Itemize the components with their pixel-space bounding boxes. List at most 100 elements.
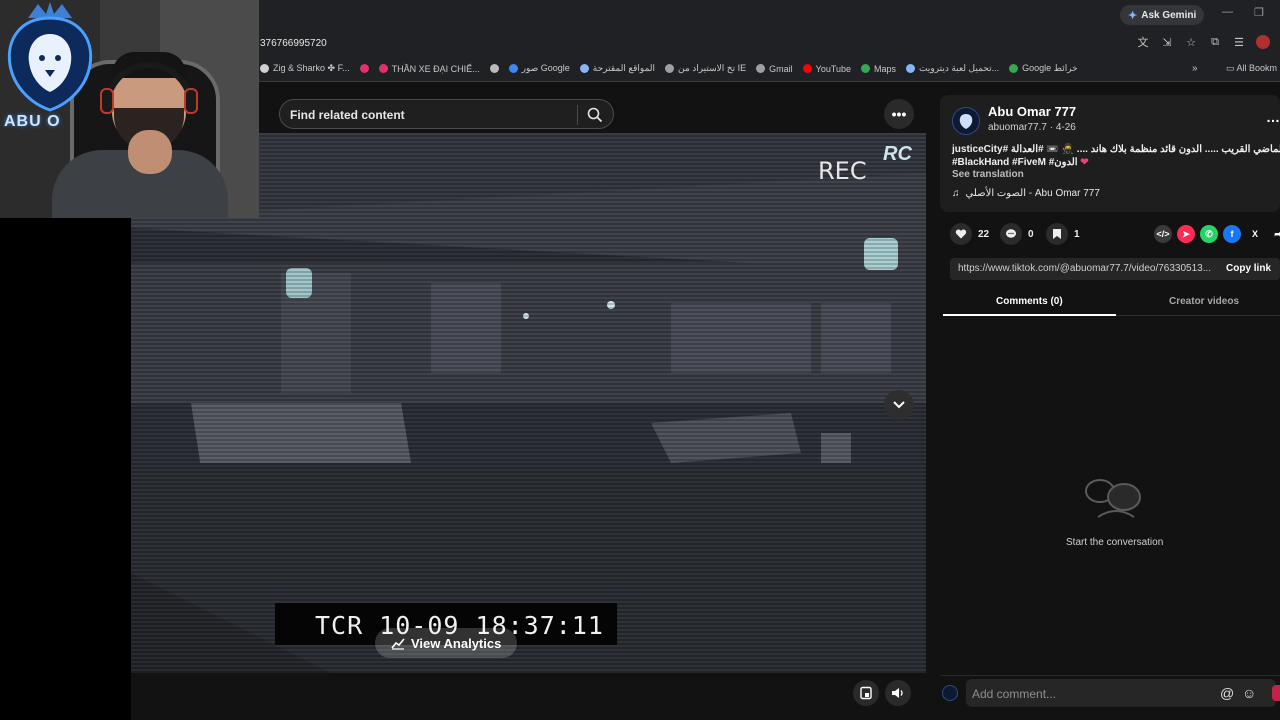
analytics-chart-icon	[391, 638, 405, 650]
tab-comments[interactable]: Comments (0)	[996, 296, 1063, 307]
music-note-icon: ♫	[952, 188, 960, 199]
mention-icon[interactable]: @	[1220, 685, 1234, 701]
comment-bar: Add comment... @ ☺	[940, 675, 1280, 720]
chevron-down-icon	[893, 401, 905, 409]
copy-link-button[interactable]: Copy link	[1226, 263, 1271, 274]
bookmark-item[interactable]: تخ الاستيراد من IE	[665, 63, 746, 74]
headset-right-ear	[184, 88, 198, 114]
bookmark-item[interactable]: صور Google	[508, 63, 570, 74]
rc-watermark-logo: RC	[883, 143, 912, 165]
all-bookmarks-button[interactable]: ▭ All Bookm	[1226, 63, 1277, 74]
menu-list-icon[interactable]: ☰	[1232, 35, 1246, 49]
bookmarks-overflow-button[interactable]: »	[1192, 63, 1198, 74]
rec-label: REC	[818, 157, 867, 185]
url-field[interactable]: 376766995720	[260, 38, 327, 49]
description-line-2: #BlackHand #FiveM #الدون ❤	[952, 157, 1089, 168]
comment-count: 0	[1028, 228, 1034, 240]
description-line-1: من الماضي القريب ..... الدون قائد منظمة …	[952, 144, 1280, 155]
empty-comments-illustration-icon	[1085, 479, 1141, 518]
emoji-icon[interactable]: ☺	[1242, 685, 1256, 701]
pink-heart-emoji-icon: ❤	[1080, 157, 1089, 168]
speaker-icon	[892, 688, 903, 698]
view-analytics-button[interactable]: View Analytics	[375, 628, 518, 658]
bookmark-favicon-icon	[489, 64, 499, 73]
bookmark-label: YouTube	[815, 63, 852, 74]
bookmark-item[interactable]: المواقع المقترحة	[579, 63, 656, 74]
video-link-field[interactable]: https://www.tiktok.com/@abuomar77.7/vide…	[958, 263, 1216, 274]
author-more-options-icon[interactable]: …	[1266, 109, 1280, 125]
view-analytics-label: View Analytics	[411, 635, 502, 651]
bookmark-item[interactable]	[489, 63, 499, 74]
add-comment-input[interactable]: Add comment... @ ☺	[966, 679, 1276, 707]
find-related-search[interactable]: Find related content	[279, 99, 614, 129]
restore-icon[interactable]: ❐	[1254, 6, 1264, 19]
author-card: Abu Omar 777 abuomar77.7 · 4-26 … من الم…	[940, 95, 1280, 212]
abu-omar-lion-logo: ABU O	[0, 0, 100, 150]
post-comment-button[interactable]	[1272, 685, 1280, 701]
profile-avatar[interactable]	[1256, 35, 1270, 49]
save-button[interactable]: 1	[1046, 223, 1080, 245]
bookmark-favicon-icon	[665, 64, 675, 73]
current-user-avatar	[942, 685, 958, 701]
bookmark-item[interactable]: YouTube	[802, 63, 852, 74]
whatsapp-icon[interactable]: ✆	[1200, 225, 1218, 243]
tab-creator-videos[interactable]: Creator videos	[1169, 296, 1239, 307]
facebook-icon[interactable]: f	[1223, 225, 1241, 243]
ellipsis-icon: •••	[891, 106, 907, 122]
search-divider	[577, 105, 578, 125]
bookmark-item[interactable]: Zig & Sharko ✤ F...	[260, 63, 350, 74]
search-input[interactable]: Find related content	[290, 108, 405, 122]
webcam-overlay: ABU O	[0, 0, 259, 218]
tab-active-indicator	[943, 314, 1116, 316]
see-translation-link[interactable]: See translation	[952, 169, 1024, 180]
embed-icon[interactable]: </>	[1154, 225, 1172, 243]
bookmark-label: صور Google	[521, 63, 570, 73]
all-bookmarks-label: All Bookm	[1236, 63, 1278, 73]
bookmark-item[interactable]: Google خرائط	[1009, 63, 1078, 74]
comment-bubble-icon	[1000, 223, 1022, 245]
bookmark-label: تخ الاستيراد من IE	[678, 63, 747, 73]
video-details-panel: Abu Omar 777 abuomar77.7 · 4-26 … من الم…	[940, 95, 1280, 720]
like-count: 22	[978, 228, 990, 240]
bookmark-favicon-icon	[359, 64, 369, 73]
next-video-button[interactable]	[884, 390, 914, 420]
author-name[interactable]: Abu Omar 777	[988, 104, 1076, 119]
bookmark-favicon-icon	[260, 64, 269, 73]
translate-icon[interactable]: 文	[1136, 35, 1150, 49]
bookmark-favicon-icon	[861, 64, 871, 73]
author-avatar[interactable]	[952, 107, 980, 135]
bookmark-item[interactable]: Maps	[861, 63, 896, 74]
logo-text: ABU O	[4, 113, 61, 130]
bookmark-item[interactable]: Gmail	[756, 63, 793, 74]
video-more-options-button[interactable]: •••	[884, 99, 914, 129]
like-button[interactable]: 22	[950, 223, 989, 245]
bookmark-item[interactable]: THẦN XE ĐẠI CHIẾ...	[378, 63, 480, 74]
extensions-icon[interactable]: ⧉	[1208, 35, 1222, 49]
bookmark-favicon-icon	[378, 64, 388, 73]
picture-in-picture-button[interactable]	[853, 680, 879, 706]
streamer-hand	[128, 130, 172, 174]
bookmark-label: THẦN XE ĐẠI CHIẾ...	[391, 63, 480, 74]
gemini-icon: ✦	[1128, 9, 1138, 22]
comment-button[interactable]: 0	[1000, 223, 1034, 245]
search-icon[interactable]	[586, 106, 604, 124]
minimize-icon[interactable]: —	[1222, 6, 1233, 18]
bookmark-label: المواقع المقترحة	[592, 63, 656, 73]
volume-button[interactable]	[885, 680, 911, 706]
bookmark-label: Gmail	[769, 63, 793, 74]
screen: ✦ Ask Gemini — ❐ 376766995720 文 ⇲ ☆ ⧉ ☰ …	[0, 0, 1280, 720]
install-app-icon[interactable]: ⇲	[1160, 35, 1174, 49]
bookmark-item[interactable]	[359, 63, 369, 74]
send-to-friends-icon[interactable]: ➤	[1177, 225, 1195, 243]
video-link-row: https://www.tiktok.com/@abuomar77.7/vide…	[950, 258, 1280, 280]
bookmark-item[interactable]: تحميل لعبة ديترويت...	[906, 63, 999, 74]
author-handle-date: abuomar77.7 · 4-26	[988, 122, 1076, 133]
bookmark-star-icon[interactable]: ☆	[1184, 35, 1198, 49]
share-arrow-icon[interactable]: ➦	[1269, 225, 1280, 243]
music-row[interactable]: ♫ الصوت الأصلي - Abu Omar 777	[952, 188, 1100, 199]
bookmark-favicon-icon	[508, 64, 518, 73]
x-icon[interactable]: X	[1246, 225, 1264, 243]
ask-gemini-button[interactable]: ✦ Ask Gemini	[1120, 5, 1205, 25]
description-hashtags[interactable]: #BlackHand #FiveM #الدون	[952, 157, 1078, 168]
bookmark-favicon-icon	[802, 64, 812, 73]
